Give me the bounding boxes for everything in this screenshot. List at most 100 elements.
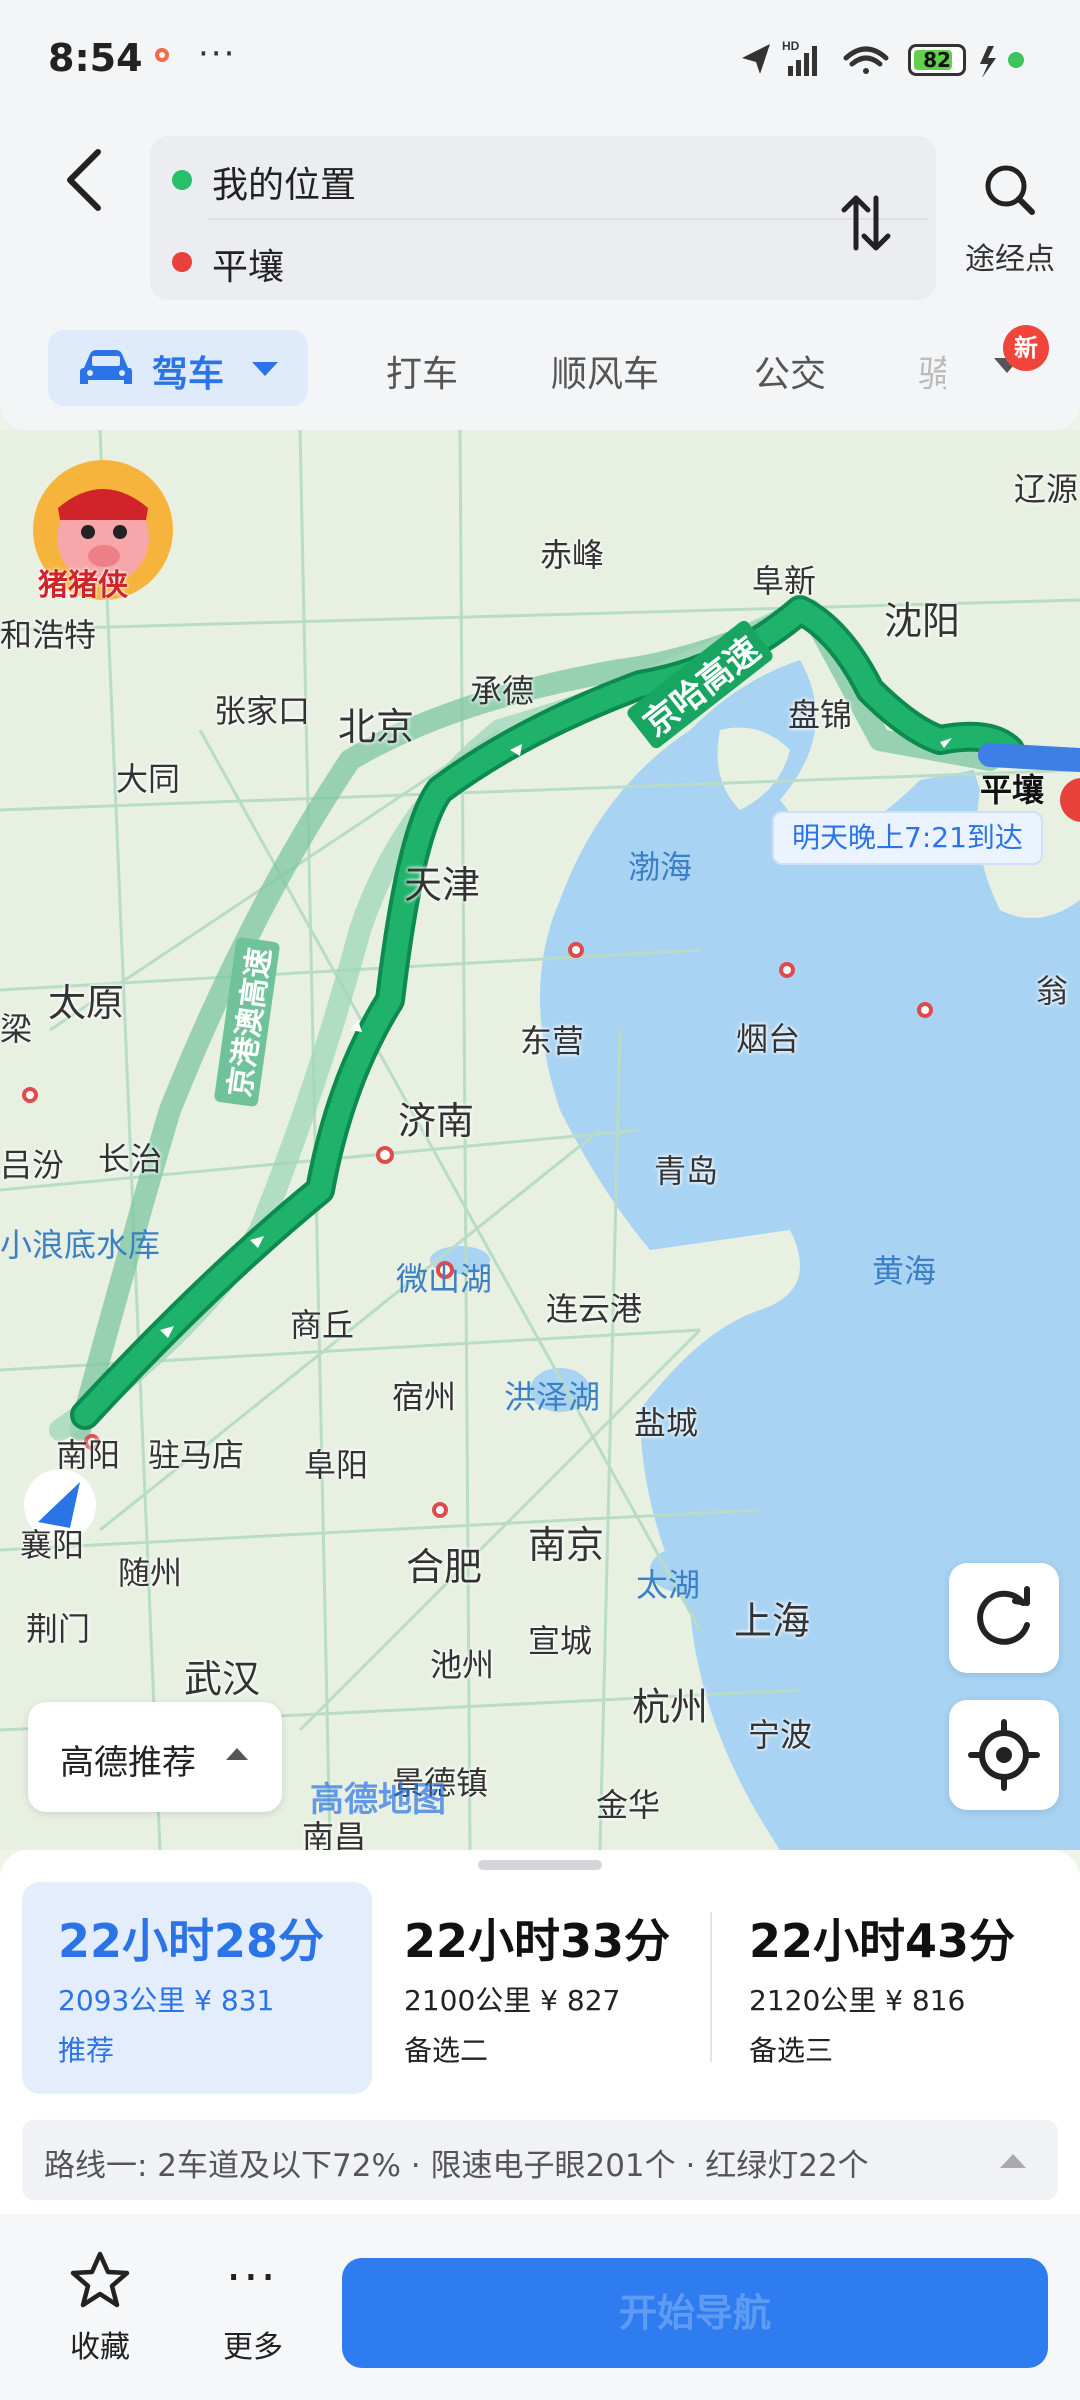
location-icon (742, 44, 770, 74)
map-label: 辽源 (1014, 470, 1079, 508)
status-icons: HD (742, 39, 1024, 78)
map-label: 荆门 (26, 1610, 91, 1648)
route-info-text[interactable]: 路线一: 2车道及以下72% · 限速电子眼201个 · 红绿灯22个 (44, 2140, 869, 2185)
tab-drive-label[interactable]: 驾车 (152, 345, 224, 397)
map-label: 宣城 (528, 1622, 593, 1660)
chevron-down-icon[interactable] (252, 362, 278, 376)
map-label: 梁 (0, 1010, 33, 1048)
map-label: 杭州 (632, 1685, 709, 1729)
map-label: 盘锦 (788, 696, 853, 734)
signal-icon: HD (782, 39, 817, 76)
map-label: 驻马店 (148, 1436, 245, 1474)
charging-icon (980, 46, 996, 78)
map-label: 沈阳 (884, 599, 961, 643)
favorite-button[interactable]: 收藏 (70, 2322, 130, 2366)
wifi-icon (843, 46, 889, 74)
map-water-label: 微山湖 (396, 1260, 493, 1298)
mascot-label[interactable]: 猪猪侠 (38, 560, 128, 604)
origin-field[interactable]: 我的位置 (212, 156, 356, 208)
map-water-label: 黄海 (872, 1252, 937, 1290)
map-label: 南京 (528, 1523, 605, 1567)
refresh-button[interactable] (949, 1563, 1059, 1673)
route-final-segment (978, 743, 1080, 772)
tab-rideshare[interactable]: 顺风车 (551, 345, 659, 397)
map-label: 和浩特 (0, 616, 97, 654)
map-label: 商丘 (290, 1306, 355, 1344)
map-label: 合肥 (406, 1545, 483, 1589)
divider (710, 1912, 712, 2062)
map-label: 赤峰 (540, 536, 605, 574)
map-label: 济南 (398, 1099, 475, 1143)
tab-taxi[interactable]: 打车 (386, 345, 458, 397)
map-label: 烟台 (736, 1020, 801, 1058)
more-button[interactable]: 更多 (223, 2322, 283, 2366)
map-label: 大同 (116, 760, 181, 798)
map-label: 吕汾 (0, 1146, 65, 1184)
destination-field[interactable]: 平壤 (212, 238, 284, 290)
map-label: 连云港 (546, 1290, 643, 1328)
chevron-up-icon[interactable] (1000, 2154, 1026, 2168)
map-label: 翁 (1036, 972, 1069, 1010)
map-destination-label: 平壤 (980, 771, 1045, 809)
waypoint-button[interactable]: 途经点 (955, 234, 1065, 278)
map-label: 金华 (596, 1786, 661, 1824)
tab-bike[interactable]: 骑 (918, 345, 946, 397)
start-navigation-label[interactable]: 开始导航 (342, 2258, 1048, 2368)
route-time[interactable]: 22小时33分 (404, 1905, 670, 1971)
map-water-label: 渤海 (628, 848, 693, 886)
map-label: 青岛 (654, 1152, 719, 1190)
back-icon[interactable] (56, 140, 116, 220)
map-logo: 高德地图 (310, 1780, 446, 1820)
refresh-icon (977, 1586, 1030, 1645)
search-icon[interactable] (980, 160, 1040, 220)
swap-icon[interactable] (836, 188, 896, 258)
new-badge: 新 (1003, 325, 1049, 371)
map-label: 宿州 (392, 1378, 457, 1416)
map-label: 张家口 (214, 692, 311, 730)
map-label: 池州 (430, 1646, 495, 1684)
divider (208, 218, 928, 220)
map-label: 北京 (338, 705, 415, 749)
map-label: 宁波 (748, 1716, 813, 1754)
chevron-up-icon[interactable] (226, 1748, 248, 1760)
map-label: 天津 (404, 863, 481, 907)
battery-level: 82 (923, 48, 951, 72)
route-tag[interactable]: 备选三 (749, 2029, 833, 2069)
car-icon (80, 350, 132, 384)
eta-bubble: 明天晚上7:21到达 (772, 811, 1043, 865)
route-distance-cost[interactable]: 2093公里 ¥ 831 (58, 1979, 274, 2019)
map-water-label: 太湖 (636, 1566, 701, 1604)
map-label: 南阳 (56, 1436, 121, 1474)
map-label: 阜新 (752, 562, 817, 600)
route-tag[interactable]: 推荐 (58, 2029, 114, 2069)
map-label: 上海 (734, 1599, 811, 1643)
map-water-label: 洪泽湖 (504, 1378, 601, 1416)
route-distance-cost[interactable]: 2100公里 ¥ 827 (404, 1979, 620, 2019)
map-label: 太原 (48, 981, 125, 1025)
tab-bus[interactable]: 公交 (754, 345, 826, 397)
star-icon[interactable] (68, 2248, 132, 2312)
locate-button[interactable] (949, 1700, 1059, 1810)
route-time[interactable]: 22小时28分 (58, 1905, 324, 1971)
drag-handle[interactable] (478, 1860, 602, 1870)
route-time[interactable]: 22小时43分 (749, 1905, 1015, 1971)
more-icon[interactable]: ··· (226, 2254, 278, 2302)
map-water-label: 小浪底水库 (0, 1226, 161, 1264)
route-distance-cost[interactable]: 2120公里 ¥ 816 (749, 1979, 965, 2019)
destination-dot-icon (172, 252, 192, 272)
target-icon (968, 1719, 1040, 1791)
map-label: 襄阳 (20, 1526, 85, 1564)
map-label: 承德 (470, 672, 535, 710)
status-dot-icon (1008, 52, 1024, 68)
origin-dot-icon (172, 170, 192, 190)
route-tag[interactable]: 备选二 (404, 2029, 488, 2069)
map-label: 盐城 (634, 1404, 699, 1442)
svg-text:HD: HD (782, 39, 800, 53)
status-time: 8:54 (48, 36, 143, 80)
more-notifications-icon: ··· (198, 34, 237, 74)
map-label: 东营 (520, 1022, 585, 1060)
route-preference-label[interactable]: 高德推荐 (60, 1735, 196, 1784)
map-label: 武汉 (184, 1657, 261, 1701)
map-label: 阜阳 (304, 1446, 369, 1484)
map-label: 随州 (118, 1554, 183, 1592)
